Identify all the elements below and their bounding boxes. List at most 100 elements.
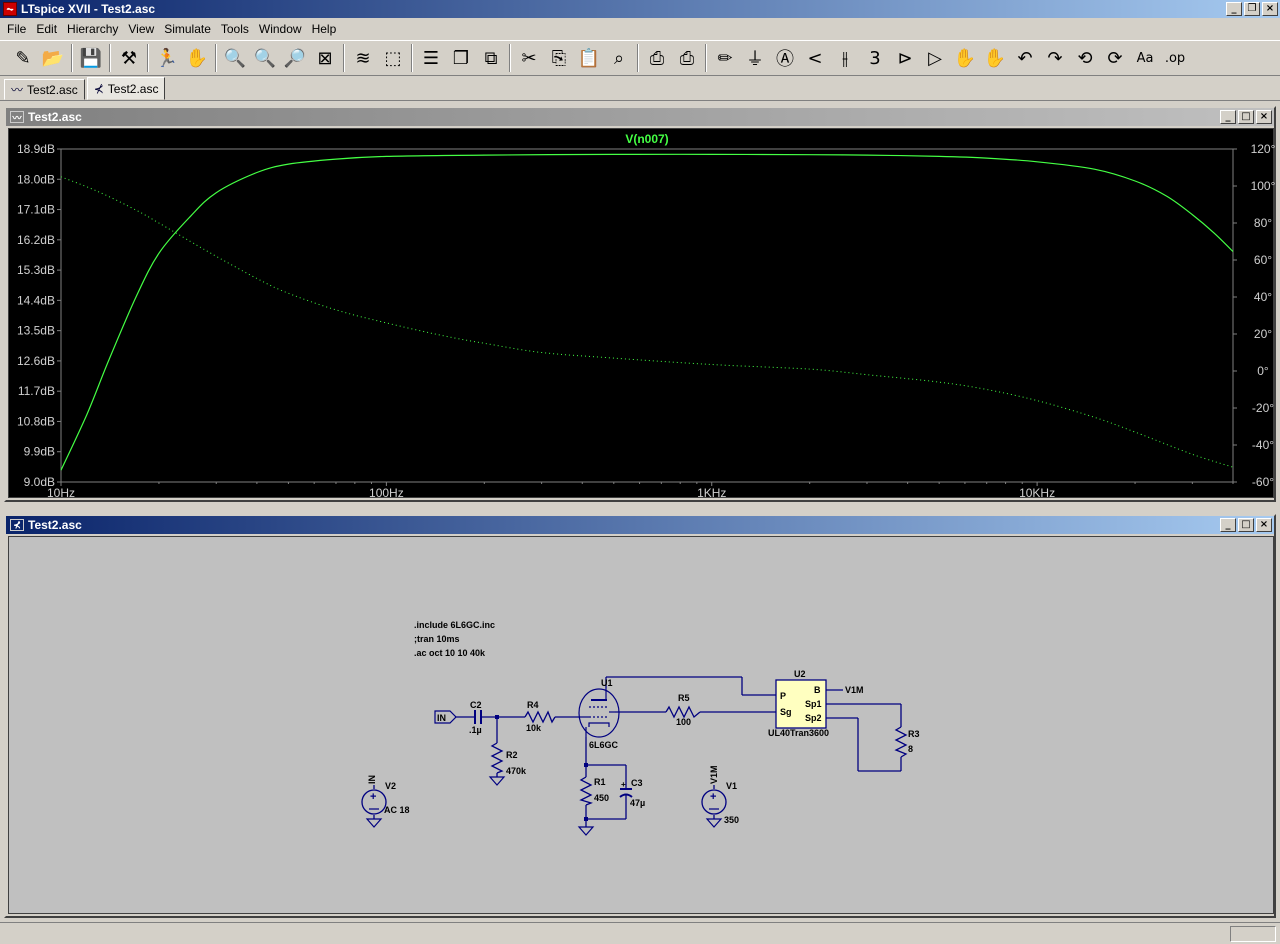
new-schematic-icon[interactable]: ✎ [8,43,38,73]
main-toolbar: ✎ 📂 💾 ⚒ 🏃 ✋ 🔍 🔍 🔎 ⊠ ≋ ⬚ ☰ ❐ ⧉ ✂ ⎘ 📋 ⌕ ⎙ ⎙ ✏ ⏚ Ⓐ < ⫲ 3 ⊳ ▷ ✋ ✋ ↶ ↷ ⟲ ⟳ Aa .op [0,40,1280,76]
text-icon[interactable]: Aa [1130,43,1160,73]
schematic-drawing[interactable]: .include 6L6GC.inc ;tran 10ms .ac oct 10… [9,537,1275,915]
resistor-r3[interactable]: R3 8 [894,726,920,758]
series-magnitude[interactable] [60,153,1234,471]
menu-help[interactable]: Help [307,22,342,36]
label-net-icon[interactable]: Ⓐ [770,43,800,73]
directive-include[interactable]: .include 6L6GC.inc [414,620,495,630]
schematic-icon: ⊀ [93,81,104,96]
ground-r1[interactable] [577,826,595,836]
paste-icon[interactable]: 📋 [574,43,604,73]
ground-r2[interactable] [488,776,506,786]
ground-icon[interactable]: ⏚ [740,43,770,73]
in-net-label[interactable]: IN [434,710,457,724]
status-bar [0,922,1280,944]
menu-simulate[interactable]: Simulate [159,22,216,36]
transformer-u2[interactable]: U2 P Sg B Sp1 Sp2 UL40Tran3600 [768,669,829,738]
pan-icon[interactable]: 🔍 [250,43,280,73]
y-left-tick-label: 18.0dB [17,172,55,186]
series-phase[interactable] [60,176,1234,468]
diode-icon[interactable]: ⊳ [890,43,920,73]
menu-hierarchy[interactable]: Hierarchy [62,22,123,36]
tab-waveform[interactable]: 〰 Test2.asc [4,79,85,100]
svg-text:+: + [370,791,376,803]
cascade-icon[interactable]: ❐ [446,43,476,73]
tile-horizontal-icon[interactable]: ☰ [416,43,446,73]
r3-value: 8 [908,744,913,754]
control-panel-icon[interactable]: ⚒ [114,43,144,73]
resistor-r2[interactable]: R2 470k [490,742,527,776]
schematic-window-titlebar[interactable]: ⊀ Test2.asc _ □ × [6,516,1274,534]
v1-ref: V1 [726,781,737,791]
undo-icon[interactable]: ↶ [1010,43,1040,73]
move-icon[interactable]: ✋ [950,43,980,73]
halt-icon[interactable]: ✋ [182,43,212,73]
directive-ac[interactable]: .ac oct 10 10 40k [414,648,486,658]
run-icon[interactable]: 🏃 [152,43,182,73]
copy-icon[interactable]: ⎘ [544,43,574,73]
menu-view[interactable]: View [123,22,159,36]
resistor-r1[interactable]: R1 450 [579,776,609,806]
plot-restore-button[interactable]: □ [1238,110,1254,124]
redo-icon[interactable]: ↷ [1040,43,1070,73]
resistor-r5[interactable]: R5 100 [665,693,701,727]
menu-window[interactable]: Window [254,22,307,36]
plot-pane[interactable]: V(n007) 18.9dB 18.0dB 17.1dB 16.2dB 15.3dB 14.… [8,128,1276,500]
tube-u1[interactable] [578,688,620,738]
component-icon[interactable]: ▷ [920,43,950,73]
tab-label: Test2.asc [27,82,78,97]
tile-vertical-icon[interactable]: ⧉ [476,43,506,73]
svg-text:+: + [710,791,716,803]
restore-button[interactable]: ❐ [1244,2,1260,16]
plot-minimize-button[interactable]: _ [1220,110,1236,124]
print-setup-icon[interactable]: ⎙ [672,43,702,73]
resistor-r4[interactable]: R4 10k [524,700,556,733]
tab-schematic[interactable]: ⊀ Test2.asc [86,77,166,100]
voltage-source-v2[interactable]: + IN V2 AC 18 [361,775,410,815]
minimize-button[interactable]: _ [1226,2,1242,16]
mirror-icon[interactable]: ⟳ [1100,43,1130,73]
draw-wire-icon[interactable]: ✏ [710,43,740,73]
rotate-icon[interactable]: ⟲ [1070,43,1100,73]
r4-value: 10k [526,723,542,733]
sch-minimize-button[interactable]: _ [1220,518,1236,532]
zoom-fit-icon[interactable]: ⊠ [310,43,340,73]
directive-tran[interactable]: ;tran 10ms [414,634,460,644]
sch-restore-button[interactable]: □ [1238,518,1254,532]
menu-file[interactable]: File [2,22,31,36]
spice-directive-icon[interactable]: .op [1160,43,1190,73]
spice-directives[interactable]: .include 6L6GC.inc ;tran 10ms .ac oct 10… [414,620,495,658]
c3-value: 47µ [630,798,645,808]
ground-v2[interactable] [365,818,383,828]
toolbar-separator [509,44,511,72]
bode-plot[interactable]: V(n007) 18.9dB 18.0dB 17.1dB 16.2dB 15.3dB 14.… [9,129,1276,500]
inductor-icon[interactable]: 3 [860,43,890,73]
toolbar-separator [343,44,345,72]
drag-icon[interactable]: ✋ [980,43,1010,73]
menu-edit[interactable]: Edit [31,22,62,36]
schematic-canvas[interactable]: .include 6L6GC.inc ;tran 10ms .ac oct 10… [8,536,1274,914]
svg-text:IN: IN [437,713,446,723]
autorange-icon[interactable]: ≋ [348,43,378,73]
plot-close-button[interactable]: × [1256,110,1272,124]
ruler-icon[interactable]: ⬚ [378,43,408,73]
ground-v1[interactable] [705,818,723,828]
zoom-in-icon[interactable]: 🔍 [220,43,250,73]
cut-icon[interactable]: ✂ [514,43,544,73]
zoom-out-icon[interactable]: 🔎 [280,43,310,73]
voltage-source-v1[interactable]: + V1M V1 350 [701,765,739,825]
find-icon[interactable]: ⌕ [604,43,634,73]
trace-label[interactable]: V(n007) [625,132,668,146]
sch-close-button[interactable]: × [1256,518,1272,532]
open-folder-icon[interactable]: 📂 [38,43,68,73]
save-icon[interactable]: 💾 [76,43,106,73]
waveform-window-titlebar[interactable]: 〰 Test2.asc _ □ × [6,108,1274,126]
resistor-icon[interactable]: < [800,43,830,73]
capacitor-icon[interactable]: ⫲ [830,43,860,73]
menu-tools[interactable]: Tools [216,22,254,36]
print-icon[interactable]: ⎙ [642,43,672,73]
capacitor-c3[interactable]: + C3 47µ [619,778,645,808]
v1m-net-label[interactable]: V1M [845,685,864,695]
close-button[interactable]: × [1262,2,1278,16]
y-left-tick-label: 12.6dB [17,354,55,368]
